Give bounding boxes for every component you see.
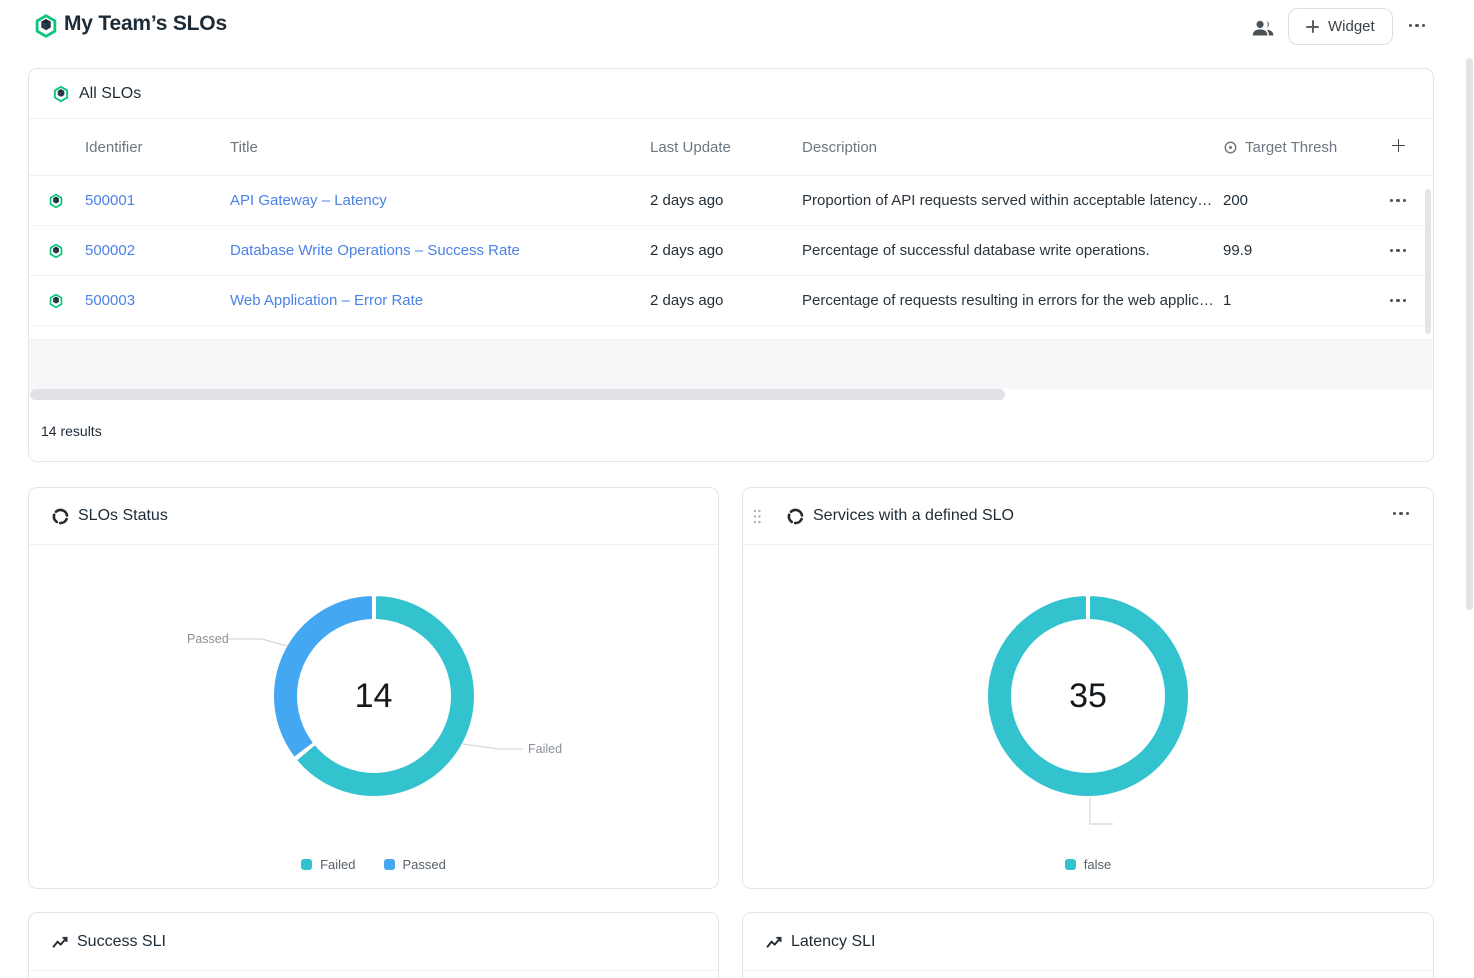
table-empty-area <box>29 340 1433 389</box>
drag-handle-icon[interactable] <box>753 509 762 524</box>
legend: false <box>743 857 1433 872</box>
dashboard-page: My Team’s SLOs Widget All SLOs <box>0 0 1474 978</box>
table-header-row: Identifier Title Last Update Description… <box>29 119 1433 176</box>
all-slos-header: All SLOs <box>29 69 1433 119</box>
all-slos-widget: All SLOs Identifier Title Last Update De… <box>28 68 1434 462</box>
widget-title: Success SLI <box>77 933 166 951</box>
description-cell: Proportion of API requests served within… <box>802 192 1223 209</box>
col-target-thresh[interactable]: Target Thresh <box>1223 139 1361 156</box>
plus-icon <box>1306 20 1319 33</box>
latency-sli-widget: Latency SLI <box>742 912 1434 978</box>
col-last-update[interactable]: Last Update <box>650 139 802 156</box>
slos-status-widget: SLOs Status 14 Passed Failed Failed <box>28 487 719 889</box>
add-widget-label: Widget <box>1328 18 1375 35</box>
page-title: My Team’s SLOs <box>64 12 227 36</box>
title-link[interactable]: API Gateway – Latency <box>230 192 650 209</box>
title-link[interactable]: Database Write Operations – Success Rate <box>230 242 650 259</box>
legend-item-passed[interactable]: Passed <box>384 857 446 872</box>
pie-chart-icon <box>52 508 69 525</box>
col-identifier[interactable]: Identifier <box>85 139 230 156</box>
add-column-button[interactable] <box>1392 139 1405 156</box>
widget-title: Services with a defined SLO <box>813 507 1014 525</box>
line-chart-icon <box>766 935 782 949</box>
target-thresh-cell: 99.9 <box>1223 242 1361 259</box>
target-icon <box>1223 140 1238 155</box>
port-logo-icon <box>48 193 64 209</box>
row-more-menu-icon[interactable] <box>1390 199 1406 202</box>
identifier-link[interactable]: 500001 <box>85 192 230 209</box>
success-sli-widget: Success SLI <box>28 912 719 978</box>
legend-swatch <box>384 859 395 870</box>
col-description[interactable]: Description <box>802 139 1223 156</box>
identifier-link[interactable]: 500002 <box>85 242 230 259</box>
widget-more-menu-icon[interactable] <box>1393 512 1409 515</box>
legend-item-false[interactable]: false <box>1065 857 1111 872</box>
partial-row <box>29 326 1433 340</box>
port-logo-icon <box>52 85 70 103</box>
description-cell: Percentage of successful database write … <box>802 242 1223 259</box>
description-cell: Percentage of requests resulting in erro… <box>802 292 1223 309</box>
widget-title: All SLOs <box>79 85 141 103</box>
services-slo-widget: Services with a defined SLO 35 false <box>742 487 1434 889</box>
app-header: My Team’s SLOs Widget <box>0 0 1474 56</box>
last-update-cell: 2 days ago <box>650 242 802 259</box>
horizontal-scrollbar[interactable] <box>30 389 1005 400</box>
legend-swatch <box>1065 859 1076 870</box>
pie-chart-icon <box>787 508 804 525</box>
table-row: 500002 Database Write Operations – Succe… <box>29 226 1433 276</box>
callout-failed: Failed <box>528 742 562 756</box>
row-more-menu-icon[interactable] <box>1390 249 1406 252</box>
port-logo-icon <box>48 293 64 309</box>
people-icon[interactable] <box>1250 15 1276 41</box>
row-more-menu-icon[interactable] <box>1390 299 1406 302</box>
widget-title: Latency SLI <box>791 933 876 951</box>
table-vertical-scrollbar[interactable] <box>1425 189 1431 334</box>
donut-total: 14 <box>355 677 393 716</box>
port-logo-icon <box>33 13 59 39</box>
port-logo-icon <box>48 243 64 259</box>
table-row: 500001 API Gateway – Latency 2 days ago … <box>29 176 1433 226</box>
callout-passed: Passed <box>187 632 229 646</box>
target-thresh-cell: 1 <box>1223 292 1361 309</box>
services-slo-donut-chart[interactable]: 35 <box>988 596 1188 796</box>
table-row: 500003 Web Application – Error Rate 2 da… <box>29 276 1433 326</box>
page-more-menu-icon[interactable] <box>1409 24 1425 27</box>
results-count: 14 results <box>41 423 102 439</box>
slos-status-donut-chart[interactable]: 14 <box>274 596 474 796</box>
widget-title: SLOs Status <box>78 507 168 525</box>
page-vertical-scrollbar[interactable] <box>1466 58 1473 610</box>
title-link[interactable]: Web Application – Error Rate <box>230 292 650 309</box>
target-thresh-cell: 200 <box>1223 192 1361 209</box>
legend-swatch <box>301 859 312 870</box>
add-widget-button[interactable]: Widget <box>1288 8 1393 45</box>
legend: Failed Passed <box>29 857 718 872</box>
col-title[interactable]: Title <box>230 139 650 156</box>
line-chart-icon <box>52 935 68 949</box>
legend-item-failed[interactable]: Failed <box>301 857 355 872</box>
identifier-link[interactable]: 500003 <box>85 292 230 309</box>
last-update-cell: 2 days ago <box>650 192 802 209</box>
donut-total: 35 <box>1069 677 1107 716</box>
last-update-cell: 2 days ago <box>650 292 802 309</box>
